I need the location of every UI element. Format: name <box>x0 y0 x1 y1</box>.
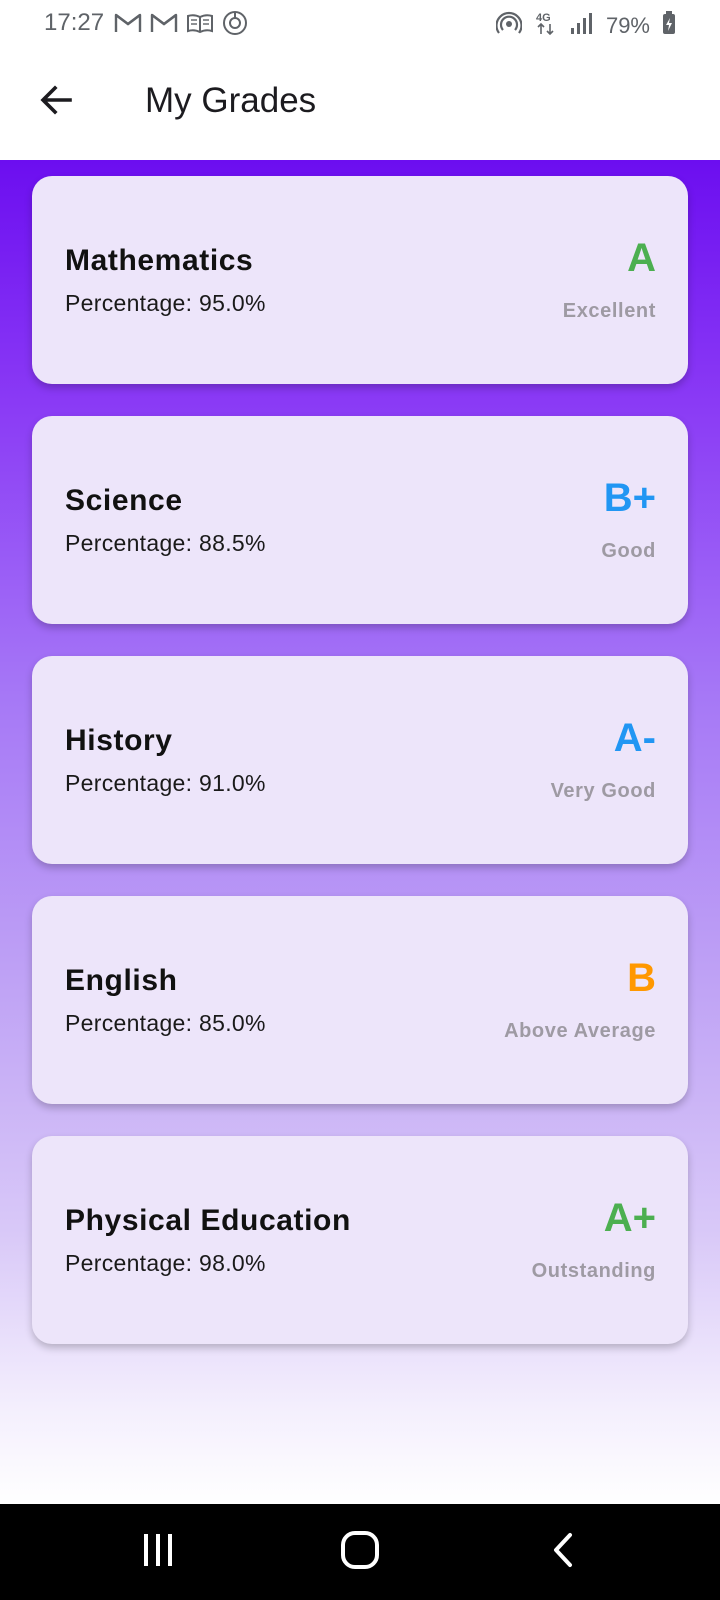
chevron-left-icon <box>548 1532 576 1573</box>
subject-percentage: Percentage: 98.0% <box>65 1250 266 1276</box>
gmail-icon <box>114 12 142 34</box>
page-title: My Grades <box>145 81 317 120</box>
recents-icon <box>140 1532 176 1573</box>
system-icons: 4G 79% <box>495 10 676 41</box>
battery-percentage: 79% <box>605 12 650 38</box>
subject-percentage: Percentage: 95.0% <box>65 290 266 316</box>
subject-name: Physical Education <box>65 1204 351 1237</box>
grades-list: Mathematics Percentage: 95.0% A Excellen… <box>0 160 720 1504</box>
grade-letter: A- <box>613 716 656 760</box>
subject-percentage: Percentage: 85.0% <box>65 1010 266 1036</box>
grade-description: Good <box>601 540 656 562</box>
svg-text:4G: 4G <box>536 12 551 24</box>
grade-letter: B+ <box>603 476 656 520</box>
grade-card-history[interactable]: History Percentage: 91.0% A- Very Good <box>32 656 688 864</box>
subject-name: English <box>65 964 178 997</box>
hotspot-icon <box>495 11 523 40</box>
notification-icons <box>114 10 248 36</box>
subject-percentage: Percentage: 91.0% <box>65 770 266 796</box>
home-icon <box>340 1530 380 1575</box>
subject-name: Mathematics <box>65 244 254 277</box>
data-4g-icon: 4G <box>534 10 558 41</box>
gmail-icon <box>150 12 178 34</box>
home-button[interactable] <box>320 1524 400 1580</box>
grade-description: Very Good <box>550 780 656 802</box>
grade-description: Above Average <box>504 1020 656 1042</box>
grade-letter: A+ <box>603 1196 656 1240</box>
grade-description: Outstanding <box>531 1260 656 1282</box>
book-icon <box>186 12 214 34</box>
grade-card-mathematics[interactable]: Mathematics Percentage: 95.0% A Excellen… <box>32 176 688 384</box>
grade-card-physical-education[interactable]: Physical Education Percentage: 98.0% A+ … <box>32 1136 688 1344</box>
grade-letter: A <box>627 236 656 280</box>
sync-icon <box>222 10 248 36</box>
status-time: 17:27 <box>44 9 105 36</box>
subject-percentage: Percentage: 88.5% <box>65 530 266 556</box>
battery-icon <box>662 11 676 40</box>
system-navigation-bar <box>0 1504 720 1600</box>
subject-name: History <box>65 724 173 757</box>
signal-icon <box>570 11 594 40</box>
recents-button[interactable] <box>118 1524 198 1580</box>
grade-description: Excellent <box>562 300 656 322</box>
grade-card-english[interactable]: English Percentage: 85.0% B Above Averag… <box>32 896 688 1104</box>
arrow-left-icon <box>38 82 74 123</box>
status-bar: 17:27 4G 79% <box>0 0 720 48</box>
nav-back-button[interactable] <box>522 1524 602 1580</box>
app-bar: My Grades <box>0 48 720 160</box>
subject-name: Science <box>65 484 183 517</box>
grade-letter: B <box>627 956 656 1000</box>
grade-card-science[interactable]: Science Percentage: 88.5% B+ Good <box>32 416 688 624</box>
back-button[interactable] <box>28 78 84 126</box>
